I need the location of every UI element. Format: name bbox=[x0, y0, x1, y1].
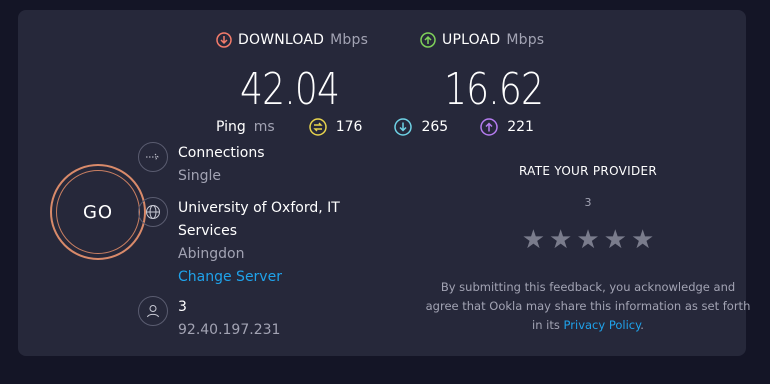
ping-download-value: 265 bbox=[421, 119, 449, 135]
download-label: DOWNLOAD bbox=[238, 32, 325, 48]
disclaimer-suffix: . bbox=[640, 318, 644, 332]
upload-latency-icon bbox=[480, 118, 498, 136]
ping-download: 265 bbox=[394, 118, 448, 136]
ping-row: Ping ms 176 265 221 bbox=[216, 118, 566, 136]
server-name-line2: Services bbox=[178, 223, 238, 239]
server-name-line1: University of Oxford, IT bbox=[178, 200, 340, 216]
rate-provider-title: RATE YOUR PROVIDER bbox=[518, 164, 658, 178]
user-row: 3 92.40.197.231 bbox=[138, 296, 280, 342]
connections-title: Connections bbox=[178, 145, 265, 161]
star-icon-3[interactable]: ★ bbox=[576, 226, 599, 254]
go-button-label: GO bbox=[56, 170, 140, 254]
connections-value[interactable]: Single bbox=[178, 165, 265, 188]
ping-label: Ping bbox=[216, 119, 246, 135]
rate-provider-name: 3 bbox=[584, 196, 592, 209]
change-server-link[interactable]: Change Server bbox=[178, 266, 340, 289]
server-location: Abingdon bbox=[178, 246, 245, 262]
ping-upload-value: 221 bbox=[507, 119, 534, 135]
star-icon-2[interactable]: ★ bbox=[549, 226, 572, 254]
idle-latency-icon bbox=[308, 118, 327, 136]
upload-unit: Mbps bbox=[506, 32, 545, 48]
connections-icon bbox=[138, 142, 168, 172]
results-card: DOWNLOAD Mbps 42.04 UPLOAD Mbps 16.62 Pi… bbox=[18, 10, 750, 356]
user-icon bbox=[138, 296, 168, 326]
star-icon-1[interactable]: ★ bbox=[522, 226, 545, 254]
download-arrow-icon bbox=[216, 32, 232, 48]
ping-unit: ms bbox=[253, 119, 275, 135]
privacy-policy-link[interactable]: Privacy Policy bbox=[564, 318, 641, 332]
upload-value: 16.62 bbox=[444, 64, 544, 115]
download-metric: DOWNLOAD Mbps 42.04 bbox=[216, 32, 369, 115]
ping-upload: 221 bbox=[480, 118, 534, 136]
ping-idle: 176 bbox=[308, 118, 363, 136]
go-button[interactable]: GO bbox=[50, 164, 146, 260]
globe-icon bbox=[138, 197, 168, 227]
provider-name: 3 bbox=[178, 299, 187, 315]
star-icon-4[interactable]: ★ bbox=[604, 226, 627, 254]
feedback-disclaimer: By submitting this feedback, you acknowl… bbox=[423, 278, 753, 335]
download-value: 42.04 bbox=[240, 64, 340, 115]
star-icon-5[interactable]: ★ bbox=[631, 226, 654, 254]
server-row: University of Oxford, IT Services Abingd… bbox=[138, 197, 340, 289]
upload-arrow-icon bbox=[420, 32, 436, 48]
ping-idle-value: 176 bbox=[335, 119, 363, 135]
connections-row: Connections Single bbox=[138, 142, 265, 188]
ip-address: 92.40.197.231 bbox=[178, 322, 281, 338]
upload-metric: UPLOAD Mbps 16.62 bbox=[420, 32, 545, 115]
download-unit: Mbps bbox=[330, 32, 369, 48]
upload-label: UPLOAD bbox=[442, 32, 501, 48]
star-rating: ★ ★ ★ ★ ★ bbox=[488, 226, 688, 254]
download-latency-icon bbox=[394, 118, 413, 136]
